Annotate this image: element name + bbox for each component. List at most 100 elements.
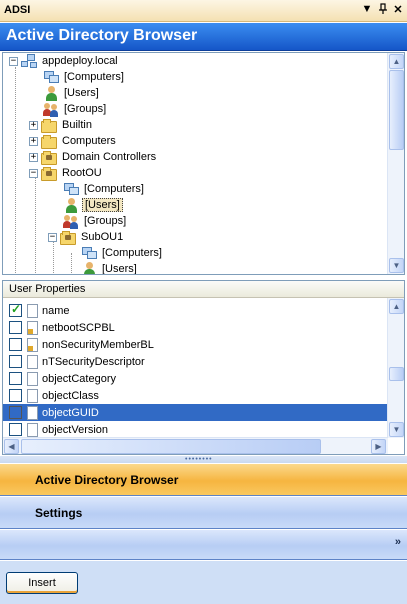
directory-tree[interactable]: − appdeploy.local [Computers] [Users] [G… bbox=[2, 52, 405, 275]
tree-node-subou1-users[interactable]: [Users] bbox=[81, 261, 139, 275]
expand-icon[interactable]: + bbox=[29, 120, 38, 130]
user-icon bbox=[43, 85, 59, 101]
property-doc-icon bbox=[27, 354, 38, 369]
property-checkbox[interactable] bbox=[9, 338, 22, 351]
scroll-up-icon[interactable]: ▲ bbox=[389, 299, 404, 314]
properties-hscroll-thumb[interactable] bbox=[21, 439, 321, 454]
properties-horizontal-scrollbar[interactable]: ◀ ▶ bbox=[3, 437, 388, 454]
property-row[interactable]: nonSecurityMemberBL bbox=[3, 336, 388, 353]
tree-node-computers[interactable]: [Computers] bbox=[43, 69, 126, 85]
tree-node-label: [Users] bbox=[64, 87, 99, 99]
property-doc-icon bbox=[27, 371, 38, 386]
tree-node-label: Domain Controllers bbox=[62, 151, 157, 163]
tree-node-label-selected: [Users] bbox=[82, 198, 123, 212]
scroll-up-icon[interactable]: ▲ bbox=[389, 54, 404, 69]
property-row[interactable]: name bbox=[3, 302, 388, 319]
tree-node-domain[interactable]: − appdeploy.local bbox=[9, 53, 120, 69]
properties-vertical-scrollbar[interactable]: ▲ ▼ bbox=[387, 298, 404, 438]
expand-icon[interactable]: + bbox=[29, 152, 38, 162]
tree-node-label: [Computers] bbox=[64, 71, 124, 83]
scroll-down-icon[interactable]: ▼ bbox=[389, 422, 404, 437]
folder-icon bbox=[41, 134, 57, 149]
user-properties-header-label: User Properties bbox=[9, 283, 86, 295]
property-doc-icon bbox=[27, 388, 38, 403]
tree-node-groups[interactable]: [Groups] bbox=[43, 101, 108, 117]
properties-scroll-thumb[interactable] bbox=[389, 367, 404, 381]
user-properties-header[interactable]: User Properties bbox=[3, 281, 404, 298]
nav-label: Active Directory Browser bbox=[35, 473, 179, 487]
nav-label: Settings bbox=[35, 506, 83, 520]
property-label: objectGUID bbox=[42, 406, 99, 419]
tree-node-subou1-computers[interactable]: [Computers] bbox=[81, 245, 164, 261]
property-checkbox[interactable] bbox=[9, 423, 22, 436]
folder-icon bbox=[41, 118, 57, 133]
tree-node-label: Builtin bbox=[62, 119, 92, 131]
overflow-chevron-icon[interactable]: » bbox=[395, 536, 401, 548]
close-icon[interactable]: ✕ bbox=[391, 3, 405, 16]
property-checkbox[interactable] bbox=[9, 302, 22, 317]
computers-icon bbox=[43, 70, 59, 85]
tree-node-users[interactable]: [Users] bbox=[43, 85, 101, 101]
scroll-left-icon[interactable]: ◀ bbox=[4, 439, 19, 454]
panel-splitter[interactable]: •••••••• bbox=[0, 456, 407, 463]
domain-icon bbox=[21, 53, 37, 69]
property-label: nTSecurityDescriptor bbox=[42, 355, 145, 368]
tree-node-label: RootOU bbox=[62, 167, 102, 179]
collapse-icon[interactable]: − bbox=[9, 56, 18, 66]
nav-settings[interactable]: Settings bbox=[0, 497, 407, 529]
property-row[interactable]: objectVersion bbox=[3, 421, 388, 438]
collapse-icon[interactable]: − bbox=[48, 232, 57, 242]
tree-node-domain-controllers[interactable]: + Domain Controllers bbox=[29, 149, 158, 165]
collapse-icon[interactable]: − bbox=[29, 168, 38, 178]
property-checkbox[interactable] bbox=[9, 355, 22, 368]
property-label: netbootSCPBL bbox=[42, 321, 115, 334]
property-checkbox[interactable] bbox=[9, 389, 22, 402]
tree-node-label: [Groups] bbox=[64, 103, 107, 115]
property-row-selected[interactable]: objectGUID bbox=[3, 404, 388, 421]
property-checkbox[interactable] bbox=[9, 406, 22, 419]
property-row[interactable]: netbootSCPBL bbox=[3, 319, 388, 336]
tree-node-label: [Users] bbox=[102, 263, 137, 275]
property-checkbox[interactable] bbox=[9, 372, 22, 385]
tree-node-computers-folder[interactable]: + Computers bbox=[29, 133, 118, 149]
property-row[interactable]: objectClass bbox=[3, 387, 388, 404]
tree-vertical-scrollbar[interactable]: ▲ ▼ bbox=[387, 53, 404, 274]
property-locked-doc-icon bbox=[27, 337, 38, 352]
property-doc-icon bbox=[27, 422, 38, 437]
property-checkbox[interactable] bbox=[9, 321, 22, 334]
tree-node-builtin[interactable]: + Builtin bbox=[29, 117, 94, 133]
scroll-right-icon[interactable]: ▶ bbox=[371, 439, 386, 454]
tree-node-label: [Computers] bbox=[84, 183, 144, 195]
browser-header: Active Directory Browser bbox=[0, 23, 407, 51]
property-doc-icon bbox=[27, 405, 38, 420]
property-row[interactable]: nTSecurityDescriptor bbox=[3, 353, 388, 370]
tree-node-rootou-users[interactable]: [Users] bbox=[63, 197, 123, 213]
property-row[interactable]: objectCategory bbox=[3, 370, 388, 387]
pin-icon[interactable] bbox=[376, 3, 390, 18]
tree-node-label: [Computers] bbox=[102, 247, 162, 259]
user-properties-list[interactable]: User Properties name netbootSCPBL nonSec… bbox=[2, 280, 405, 455]
tree-node-rootou-groups[interactable]: [Groups] bbox=[63, 213, 128, 229]
computers-icon bbox=[81, 246, 97, 261]
user-icon bbox=[81, 261, 97, 274]
ou-folder-icon bbox=[60, 230, 76, 245]
tree-node-rootou[interactable]: − RootOU bbox=[29, 165, 104, 181]
property-locked-doc-icon bbox=[27, 320, 38, 335]
tree-node-rootou-computers[interactable]: [Computers] bbox=[63, 181, 146, 197]
insert-button[interactable]: Insert bbox=[6, 572, 78, 594]
grip-icon: •••••••• bbox=[185, 456, 213, 463]
tree-node-subou1[interactable]: − SubOU1 bbox=[48, 229, 125, 245]
dropdown-icon[interactable]: ▼ bbox=[360, 3, 374, 15]
panel-title-bar: ADSI ▼ ✕ bbox=[0, 0, 407, 22]
tree-scroll-thumb[interactable] bbox=[389, 70, 404, 150]
property-label: name bbox=[42, 304, 70, 317]
nav-active-directory-browser[interactable]: Active Directory Browser bbox=[0, 464, 407, 496]
user-icon bbox=[63, 197, 79, 213]
property-doc-icon bbox=[27, 303, 38, 318]
bottom-bar: Insert bbox=[0, 561, 407, 604]
property-label: nonSecurityMemberBL bbox=[42, 338, 154, 351]
expand-icon[interactable]: + bbox=[29, 136, 38, 146]
scroll-down-icon[interactable]: ▼ bbox=[389, 258, 404, 273]
panel-title: ADSI bbox=[4, 4, 31, 16]
tree-node-label: SubOU1 bbox=[81, 231, 124, 243]
